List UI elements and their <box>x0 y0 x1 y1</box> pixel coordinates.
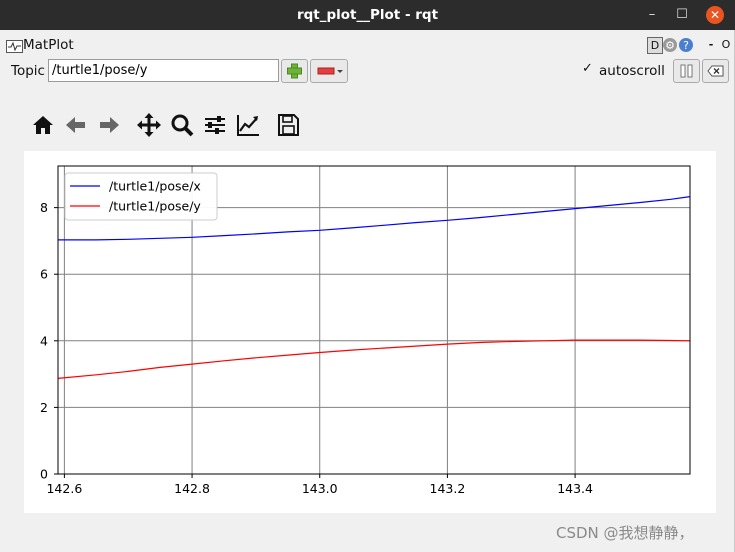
autoscroll-checkbox[interactable]: ✓ <box>582 62 594 75</box>
minus-icon <box>317 67 335 75</box>
plus-icon <box>287 63 302 79</box>
x-tick-label: 143.0 <box>302 481 338 496</box>
autoscroll-label: autoscroll <box>599 63 665 79</box>
forward-arrow-icon[interactable] <box>96 112 122 138</box>
clear-button[interactable] <box>702 59 729 83</box>
clear-icon <box>707 65 724 77</box>
y-tick-label: 6 <box>40 267 48 282</box>
edit-axis-icon[interactable] <box>235 112 261 138</box>
plugin-header: MatPlot D ⚙ ? - O <box>0 36 735 56</box>
axis-ticks: 142.6 142.8 143.0 143.2 143.4 0 2 4 6 8 <box>40 200 593 496</box>
save-icon[interactable] <box>275 112 301 138</box>
x-tick-label: 143.4 <box>557 481 593 496</box>
legend-label: /turtle1/pose/y <box>109 199 201 214</box>
series-line <box>57 339 691 379</box>
y-tick-label: 8 <box>40 200 48 215</box>
x-tick-label: 142.8 <box>174 481 210 496</box>
x-tick-label: 142.6 <box>46 481 82 496</box>
gear-icon[interactable]: ⚙ <box>663 38 677 52</box>
y-tick-label: 4 <box>40 333 48 348</box>
topic-input[interactable] <box>48 59 279 82</box>
series-lines <box>57 196 691 379</box>
home-icon[interactable] <box>30 112 56 138</box>
close-plugin-button[interactable]: O <box>719 37 733 52</box>
x-tick-label: 143.2 <box>430 481 466 496</box>
configure-subplots-icon[interactable] <box>202 112 228 138</box>
plot-toolbar <box>30 112 320 140</box>
dock-button[interactable]: D <box>647 37 663 54</box>
add-topic-button[interactable] <box>281 59 308 83</box>
plot-plugin-icon <box>6 40 23 53</box>
remove-topic-button[interactable] <box>310 59 348 83</box>
y-tick-label: 2 <box>40 400 48 415</box>
window-title: rqt_plot__Plot - rqt <box>296 7 439 23</box>
y-tick-label: 0 <box>40 467 48 482</box>
zoom-icon[interactable] <box>169 112 195 138</box>
help-button[interactable]: ? <box>679 38 693 52</box>
window-titlebar: rqt_plot__Plot - rqt – ☐ ✕ <box>0 0 735 30</box>
legend-label: /turtle1/pose/x <box>109 179 201 194</box>
watermark: CSDN @我想静静， <box>556 524 694 542</box>
pan-icon[interactable] <box>136 112 162 138</box>
back-arrow-icon[interactable] <box>63 112 89 138</box>
topic-label: Topic <box>11 63 45 79</box>
line-chart: 142.6 142.8 143.0 143.2 143.4 0 2 4 6 8 /turtle1/… <box>40 165 691 496</box>
topic-row: Topic ✓ autoscroll <box>0 58 735 84</box>
close-button[interactable]: ✕ <box>706 6 724 24</box>
chevron-down-icon <box>337 70 343 73</box>
plot-canvas[interactable]: 142.6 142.8 143.0 143.2 143.4 0 2 4 6 8 /turtle1/… <box>24 151 716 513</box>
pause-icon <box>680 64 693 78</box>
minimize-button[interactable]: – <box>642 5 662 25</box>
pause-button[interactable] <box>673 59 700 83</box>
maximize-button[interactable]: ☐ <box>672 5 692 25</box>
minimize-plugin-button[interactable]: - <box>704 37 718 52</box>
plugin-name: MatPlot <box>23 37 74 53</box>
legend: /turtle1/pose/x/turtle1/pose/y <box>64 172 218 221</box>
